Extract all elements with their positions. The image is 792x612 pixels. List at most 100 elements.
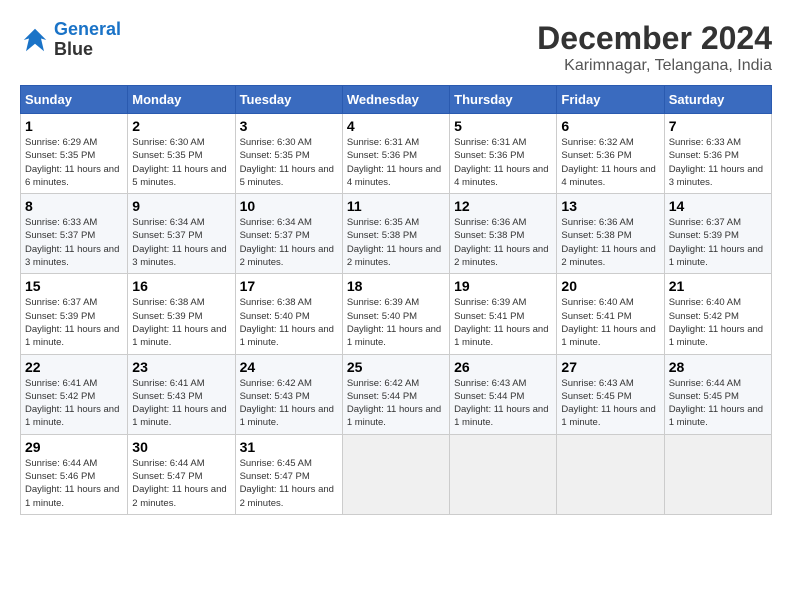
table-row: 7 Sunrise: 6:33 AM Sunset: 5:36 PM Daylig… [664,114,771,194]
day-info: Sunrise: 6:36 AM Sunset: 5:38 PM Dayligh… [454,216,552,269]
day-info: Sunrise: 6:43 AM Sunset: 5:45 PM Dayligh… [561,377,659,430]
day-info: Sunrise: 6:40 AM Sunset: 5:41 PM Dayligh… [561,296,659,349]
table-row: 9 Sunrise: 6:34 AM Sunset: 5:37 PM Daylig… [128,194,235,274]
calendar-week-5: 29 Sunrise: 6:44 AM Sunset: 5:46 PM Dayli… [21,434,772,514]
day-number: 27 [561,359,659,375]
col-monday: Monday [128,86,235,114]
col-saturday: Saturday [664,86,771,114]
table-row: 24 Sunrise: 6:42 AM Sunset: 5:43 PM Dayli… [235,354,342,434]
table-row: 14Sunrise: 6:37 AM Sunset: 5:39 PM Dayli… [664,194,771,274]
table-row: 22 Sunrise: 6:41 AM Sunset: 5:42 PM Dayli… [21,354,128,434]
table-row: 29 Sunrise: 6:44 AM Sunset: 5:46 PM Dayli… [21,434,128,514]
table-row: 21 Sunrise: 6:40 AM Sunset: 5:42 PM Dayli… [664,274,771,354]
table-row: 13Sunrise: 6:36 AM Sunset: 5:38 PM Dayli… [557,194,664,274]
day-number: 13 [561,198,659,214]
logo-icon [20,25,50,55]
day-number: 12 [454,198,552,214]
table-row: 12 Sunrise: 6:36 AM Sunset: 5:38 PM Dayli… [450,194,557,274]
calendar-table: Sunday Monday Tuesday Wednesday Thursday… [20,85,772,515]
table-row [664,434,771,514]
calendar-week-4: 22 Sunrise: 6:41 AM Sunset: 5:42 PM Dayli… [21,354,772,434]
table-row [342,434,449,514]
table-row: 27 Sunrise: 6:43 AM Sunset: 5:45 PM Dayli… [557,354,664,434]
calendar-week-3: 15Sunrise: 6:37 AM Sunset: 5:39 PM Dayli… [21,274,772,354]
table-row [557,434,664,514]
page-header: General Blue December 2024 Karimnagar, T… [20,20,772,75]
day-info: Sunrise: 6:38 AM Sunset: 5:39 PM Dayligh… [132,296,230,349]
title-block: December 2024 Karimnagar, Telangana, Ind… [537,20,772,75]
day-info: Sunrise: 6:44 AM Sunset: 5:45 PM Dayligh… [669,377,767,430]
day-info: Sunrise: 6:29 AM Sunset: 5:35 PM Dayligh… [25,136,123,189]
day-number: 10 [240,198,338,214]
day-info: Sunrise: 6:32 AM Sunset: 5:36 PM Dayligh… [561,136,659,189]
col-tuesday: Tuesday [235,86,342,114]
day-info: Sunrise: 6:39 AM Sunset: 5:41 PM Dayligh… [454,296,552,349]
table-row: 6 Sunrise: 6:32 AM Sunset: 5:36 PM Daylig… [557,114,664,194]
day-info: Sunrise: 6:42 AM Sunset: 5:44 PM Dayligh… [347,377,445,430]
day-number: 21 [669,278,767,294]
day-info: Sunrise: 6:34 AM Sunset: 5:37 PM Dayligh… [240,216,338,269]
day-info: Sunrise: 6:39 AM Sunset: 5:40 PM Dayligh… [347,296,445,349]
day-number: 31 [240,439,338,455]
day-info: Sunrise: 6:44 AM Sunset: 5:46 PM Dayligh… [25,457,123,510]
day-number: 22 [25,359,123,375]
day-number: 23 [132,359,230,375]
table-row: 30Sunrise: 6:44 AM Sunset: 5:47 PM Dayli… [128,434,235,514]
col-thursday: Thursday [450,86,557,114]
day-info: Sunrise: 6:45 AM Sunset: 5:47 PM Dayligh… [240,457,338,510]
day-info: Sunrise: 6:30 AM Sunset: 5:35 PM Dayligh… [132,136,230,189]
day-info: Sunrise: 6:34 AM Sunset: 5:37 PM Dayligh… [132,216,230,269]
day-number: 29 [25,439,123,455]
table-row: 8 Sunrise: 6:33 AM Sunset: 5:37 PM Daylig… [21,194,128,274]
table-row [450,434,557,514]
day-number: 24 [240,359,338,375]
day-number: 6 [561,118,659,134]
calendar-week-2: 8 Sunrise: 6:33 AM Sunset: 5:37 PM Daylig… [21,194,772,274]
table-row: 4 Sunrise: 6:31 AM Sunset: 5:36 PM Daylig… [342,114,449,194]
day-number: 11 [347,198,445,214]
day-info: Sunrise: 6:33 AM Sunset: 5:36 PM Dayligh… [669,136,767,189]
day-number: 19 [454,278,552,294]
day-info: Sunrise: 6:30 AM Sunset: 5:35 PM Dayligh… [240,136,338,189]
calendar-week-1: 1 Sunrise: 6:29 AM Sunset: 5:35 PM Daylig… [21,114,772,194]
table-row: 20Sunrise: 6:40 AM Sunset: 5:41 PM Dayli… [557,274,664,354]
table-row: 1 Sunrise: 6:29 AM Sunset: 5:35 PM Daylig… [21,114,128,194]
location-subtitle: Karimnagar, Telangana, India [537,57,772,75]
day-number: 4 [347,118,445,134]
day-info: Sunrise: 6:31 AM Sunset: 5:36 PM Dayligh… [347,136,445,189]
day-info: Sunrise: 6:37 AM Sunset: 5:39 PM Dayligh… [25,296,123,349]
day-info: Sunrise: 6:44 AM Sunset: 5:47 PM Dayligh… [132,457,230,510]
table-row: 15Sunrise: 6:37 AM Sunset: 5:39 PM Dayli… [21,274,128,354]
day-number: 16 [132,278,230,294]
table-row: 18Sunrise: 6:39 AM Sunset: 5:40 PM Dayli… [342,274,449,354]
table-row: 28Sunrise: 6:44 AM Sunset: 5:45 PM Dayli… [664,354,771,434]
day-number: 2 [132,118,230,134]
day-info: Sunrise: 6:38 AM Sunset: 5:40 PM Dayligh… [240,296,338,349]
table-row: 17 Sunrise: 6:38 AM Sunset: 5:40 PM Dayli… [235,274,342,354]
table-row: 19 Sunrise: 6:39 AM Sunset: 5:41 PM Dayli… [450,274,557,354]
day-number: 9 [132,198,230,214]
col-friday: Friday [557,86,664,114]
table-row: 3Sunrise: 6:30 AM Sunset: 5:35 PM Daylig… [235,114,342,194]
day-info: Sunrise: 6:31 AM Sunset: 5:36 PM Dayligh… [454,136,552,189]
day-info: Sunrise: 6:35 AM Sunset: 5:38 PM Dayligh… [347,216,445,269]
day-number: 17 [240,278,338,294]
table-row: 26Sunrise: 6:43 AM Sunset: 5:44 PM Dayli… [450,354,557,434]
table-row: 2 Sunrise: 6:30 AM Sunset: 5:35 PM Daylig… [128,114,235,194]
day-number: 7 [669,118,767,134]
logo: General Blue [20,20,121,60]
table-row: 16 Sunrise: 6:38 AM Sunset: 5:39 PM Dayli… [128,274,235,354]
day-info: Sunrise: 6:41 AM Sunset: 5:42 PM Dayligh… [25,377,123,430]
day-info: Sunrise: 6:40 AM Sunset: 5:42 PM Dayligh… [669,296,767,349]
day-info: Sunrise: 6:33 AM Sunset: 5:37 PM Dayligh… [25,216,123,269]
col-wednesday: Wednesday [342,86,449,114]
day-number: 1 [25,118,123,134]
table-row: 25 Sunrise: 6:42 AM Sunset: 5:44 PM Dayli… [342,354,449,434]
day-number: 5 [454,118,552,134]
day-info: Sunrise: 6:42 AM Sunset: 5:43 PM Dayligh… [240,377,338,430]
day-number: 25 [347,359,445,375]
month-title: December 2024 [537,20,772,57]
day-number: 8 [25,198,123,214]
col-sunday: Sunday [21,86,128,114]
calendar-body: 1 Sunrise: 6:29 AM Sunset: 5:35 PM Daylig… [21,114,772,515]
